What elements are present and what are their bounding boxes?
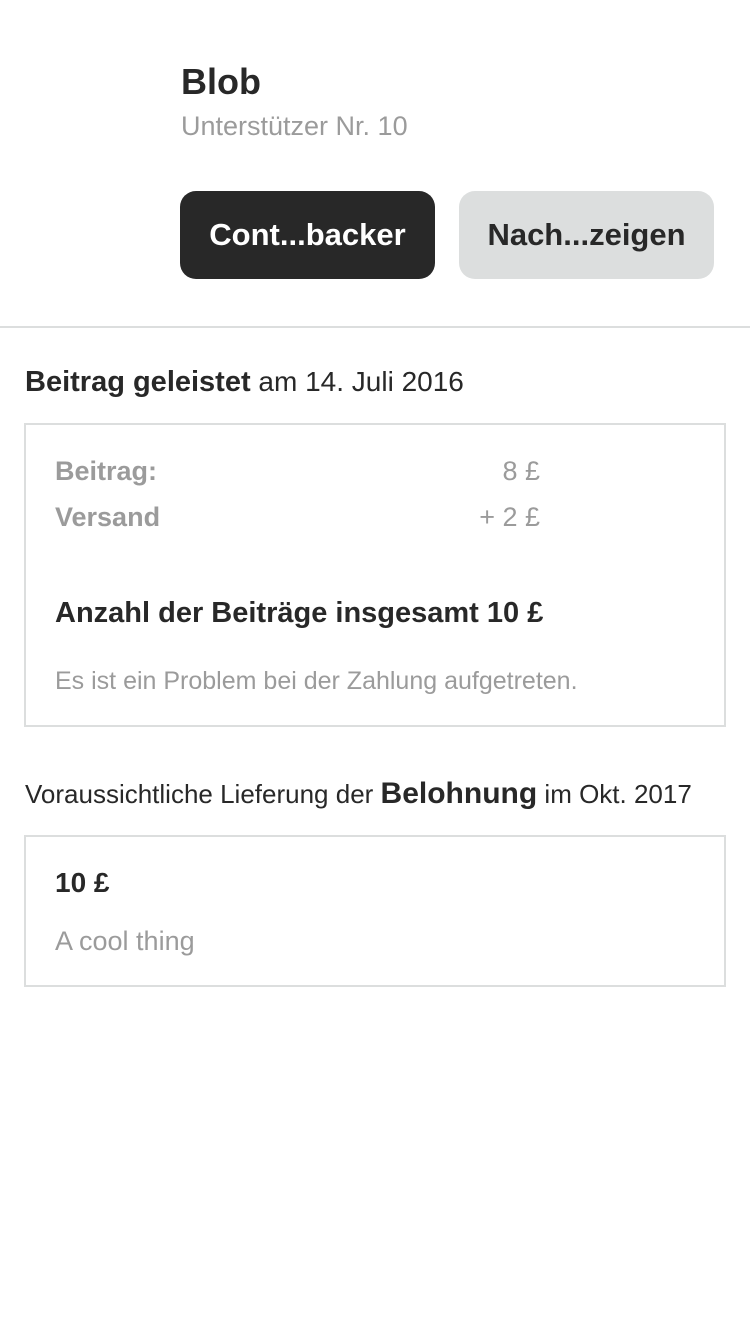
pledge-heading: Beitrag geleistet am 14. Juli 2016 — [25, 362, 464, 402]
reward-card: 10 £ A cool thing — [24, 835, 726, 987]
pledge-amount-value: 8 £ — [502, 456, 540, 486]
payment-problem-message: Es ist ein Problem bei der Zahlung aufge… — [55, 667, 578, 695]
pledge-heading-date: am 14. Juli 2016 — [250, 366, 464, 397]
pledge-amount-label: Beitrag: — [55, 456, 158, 486]
pledge-heading-title: Beitrag geleistet — [25, 366, 251, 398]
delivery-prefix: Voraussichtliche Lieferung der — [25, 779, 381, 809]
backer-name: Blob — [181, 61, 261, 102]
backer-number: Unterstützer Nr. 10 — [181, 111, 408, 141]
backer-header: Blob Unterstützer Nr. 10 Cont...backer N… — [0, 0, 750, 328]
delivery-suffix: im Okt. 2017 — [537, 779, 692, 809]
estimated-delivery-heading: Voraussichtliche Lieferung der Belohnung… — [25, 774, 692, 814]
view-messages-button[interactable]: Nach...zeigen — [459, 191, 714, 279]
reward-description: A cool thing — [55, 926, 195, 956]
pledge-summary-card: Beitrag: 8 £ Versand + 2 £ Anzahl der Be… — [24, 423, 726, 727]
reward-amount: 10 £ — [55, 867, 110, 898]
shipping-label: Versand — [55, 502, 161, 532]
pledge-total: Anzahl der Beiträge insgesamt 10 £ — [55, 597, 544, 629]
shipping-value: + 2 £ — [479, 502, 540, 532]
header-divider — [0, 326, 750, 328]
delivery-reward-word: Belohnung — [380, 777, 538, 810]
contact-backer-button[interactable]: Cont...backer — [180, 191, 435, 279]
